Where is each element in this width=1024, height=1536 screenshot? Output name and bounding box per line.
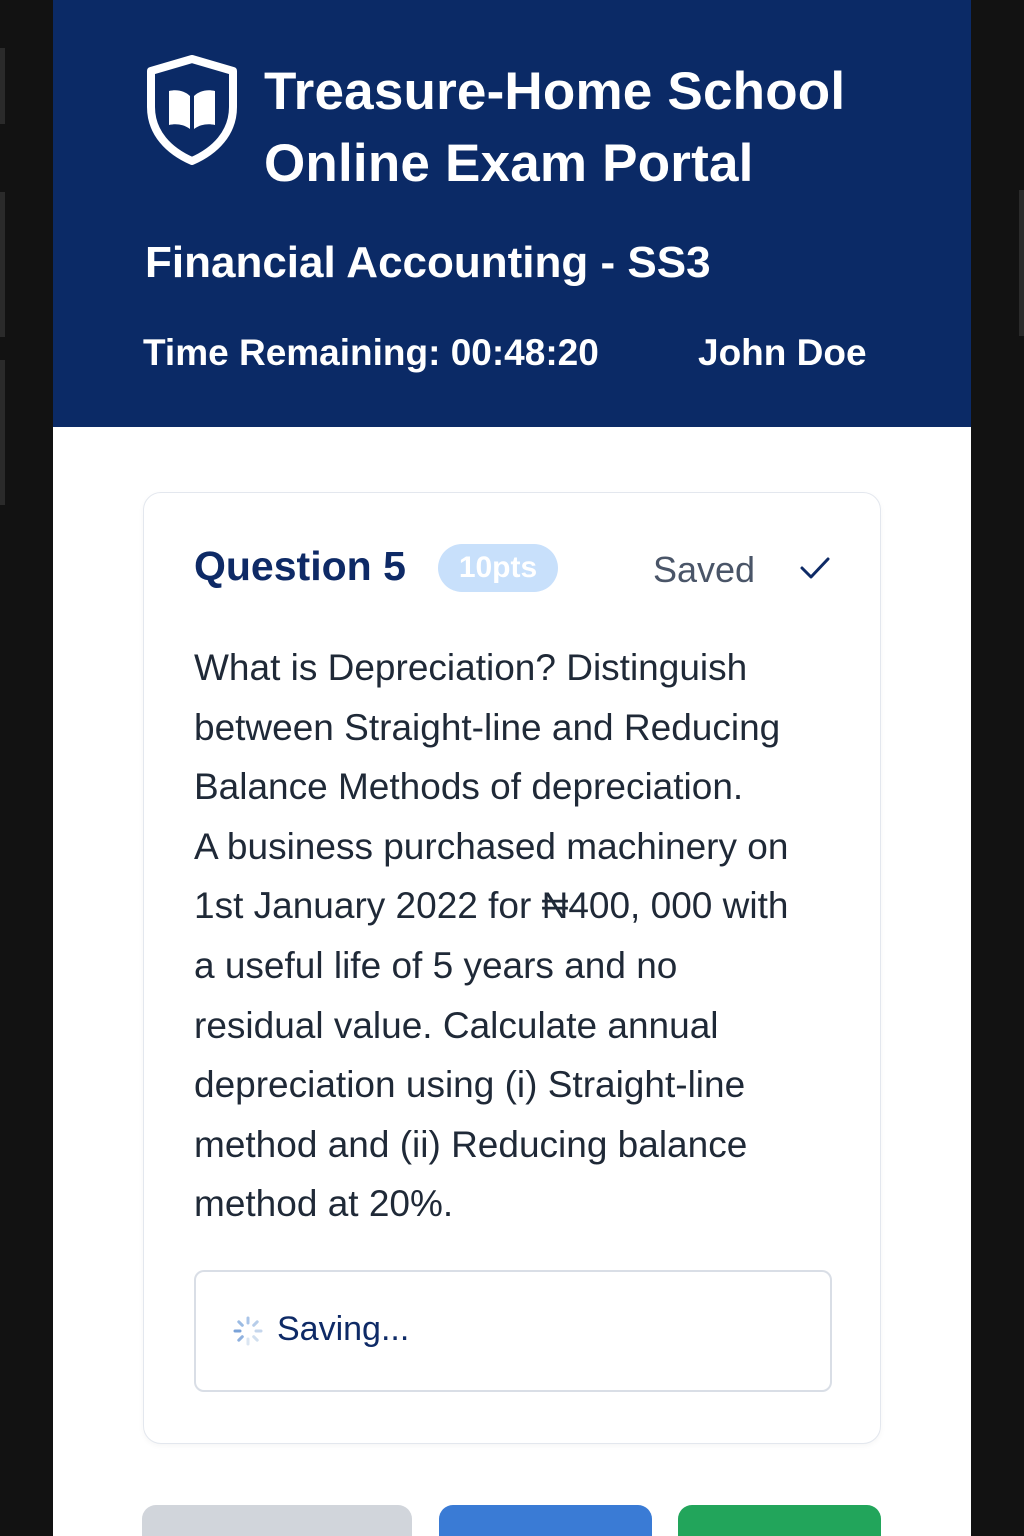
spinner-icon bbox=[233, 1316, 263, 1346]
user-name: John Doe bbox=[698, 332, 867, 373]
exam-page: Treasure-Home School Online Exam Portal … bbox=[53, 0, 971, 1536]
submit-button[interactable] bbox=[678, 1505, 881, 1536]
exam-subject: Financial Accounting - SS3 bbox=[145, 238, 711, 287]
question-title: Question 5 bbox=[194, 543, 406, 589]
previous-button[interactable] bbox=[142, 1505, 412, 1536]
shield-book-icon bbox=[147, 55, 237, 165]
bezel-mark bbox=[0, 192, 5, 337]
points-badge: 10pts bbox=[438, 544, 558, 592]
next-button[interactable] bbox=[439, 1505, 652, 1536]
save-status: Saved bbox=[653, 549, 756, 590]
bezel-mark bbox=[1019, 190, 1024, 336]
bezel-mark bbox=[0, 48, 5, 124]
question-text: What is Depreciation? Distinguish betwee… bbox=[194, 647, 789, 1225]
bezel-mark bbox=[0, 360, 5, 505]
saving-status: Saving... bbox=[277, 1310, 410, 1348]
portal-title: Treasure-Home School Online Exam Portal bbox=[264, 62, 846, 193]
portal-header: Treasure-Home School Online Exam Portal … bbox=[53, 0, 971, 427]
question-card: Question 5 10pts Saved What is Depreciat… bbox=[143, 492, 881, 1444]
time-remaining: Time Remaining: 00:48:20 bbox=[143, 332, 599, 373]
answer-input[interactable]: Saving... bbox=[194, 1270, 832, 1392]
check-icon bbox=[800, 557, 830, 579]
